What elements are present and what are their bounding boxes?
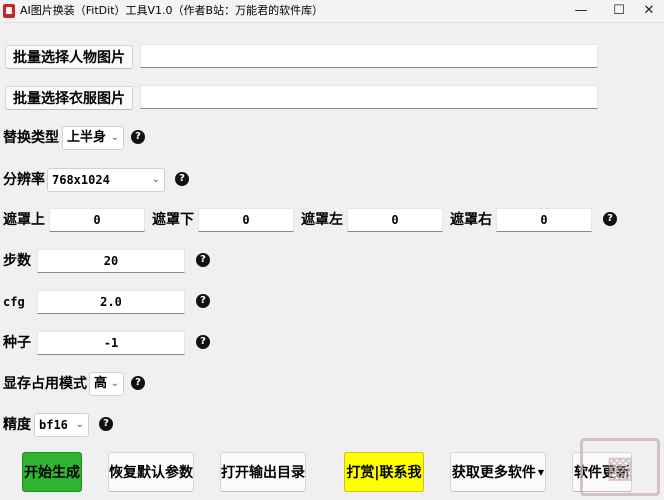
steps-help-icon[interactable]: ? bbox=[196, 253, 210, 267]
mask-left-input[interactable]: 0 bbox=[347, 208, 443, 232]
vram-mode-label: 显存占用模式 bbox=[3, 376, 87, 392]
title-bar: AI图片换装（FitDit）工具V1.0（作者B站：万能君的软件库） — ☐ ✕ bbox=[0, 0, 664, 23]
select-person-images-button[interactable]: 批量选择人物图片 bbox=[5, 45, 133, 69]
dropdown-arrow-icon: ▼ bbox=[537, 467, 545, 477]
watermark-stamp: ▩ bbox=[580, 438, 660, 496]
resolution-value: 768x1024 bbox=[52, 173, 110, 187]
person-images-path-input[interactable] bbox=[140, 44, 598, 68]
reset-defaults-button[interactable]: 恢复默认参数 bbox=[108, 452, 194, 492]
mask-top-label: 遮罩上 bbox=[3, 212, 45, 228]
seed-label: 种子 bbox=[3, 335, 31, 351]
vram-mode-value: 高 bbox=[94, 376, 108, 391]
replace-type-label: 替换类型 bbox=[3, 130, 59, 146]
seed-help-icon[interactable]: ? bbox=[196, 335, 210, 349]
precision-value: bf16 bbox=[39, 418, 68, 432]
start-generate-button[interactable]: 开始生成 bbox=[22, 452, 82, 492]
replace-type-value: 上半身 bbox=[67, 130, 107, 145]
mask-right-input[interactable]: 0 bbox=[496, 208, 592, 232]
mask-right-label: 遮罩右 bbox=[450, 212, 492, 228]
vram-help-icon[interactable]: ? bbox=[131, 376, 145, 390]
steps-label: 步数 bbox=[3, 253, 31, 269]
close-button[interactable]: ✕ bbox=[632, 0, 664, 22]
replace-type-help-icon[interactable]: ? bbox=[131, 130, 145, 144]
replace-type-select[interactable]: 上半身 ⌄ bbox=[62, 126, 124, 150]
maximize-button[interactable]: ☐ bbox=[602, 0, 636, 22]
cfg-label: cfg bbox=[3, 295, 25, 309]
resolution-select[interactable]: 768x1024 ⌄ bbox=[47, 168, 165, 192]
open-output-dir-button[interactable]: 打开输出目录 bbox=[220, 452, 306, 492]
mask-help-icon[interactable]: ? bbox=[603, 212, 617, 226]
resolution-label: 分辨率 bbox=[3, 172, 45, 188]
window-title: AI图片换装（FitDit）工具V1.0（作者B站：万能君的软件库） bbox=[20, 4, 324, 17]
precision-select[interactable]: bf16 ⌄ bbox=[34, 413, 89, 437]
minimize-button[interactable]: — bbox=[564, 0, 598, 22]
precision-label: 精度 bbox=[3, 417, 31, 433]
mask-top-input[interactable]: 0 bbox=[49, 208, 145, 232]
chevron-down-icon: ⌄ bbox=[75, 419, 84, 430]
chevron-down-icon: ⌄ bbox=[110, 132, 119, 143]
precision-help-icon[interactable]: ? bbox=[99, 417, 113, 431]
seed-input[interactable]: -1 bbox=[37, 331, 185, 355]
select-clothes-images-button[interactable]: 批量选择衣服图片 bbox=[5, 86, 133, 110]
vram-mode-select[interactable]: 高 ⌄ bbox=[89, 372, 124, 396]
mask-left-label: 遮罩左 bbox=[301, 212, 343, 228]
mask-bottom-input[interactable]: 0 bbox=[198, 208, 294, 232]
chevron-down-icon: ⌄ bbox=[110, 378, 119, 389]
app-icon bbox=[3, 4, 15, 18]
resolution-help-icon[interactable]: ? bbox=[175, 172, 189, 186]
donate-contact-button[interactable]: 打赏|联系我 bbox=[344, 452, 424, 492]
chevron-down-icon: ⌄ bbox=[151, 174, 160, 185]
cfg-help-icon[interactable]: ? bbox=[196, 294, 210, 308]
get-more-software-menu-button[interactable]: 获取更多软件 ▼ bbox=[450, 452, 546, 492]
cfg-input[interactable]: 2.0 bbox=[37, 290, 185, 314]
get-more-software-label: 获取更多软件 bbox=[451, 465, 536, 481]
clothes-images-path-input[interactable] bbox=[140, 85, 598, 109]
mask-bottom-label: 遮罩下 bbox=[152, 212, 194, 228]
steps-input[interactable]: 20 bbox=[37, 249, 185, 273]
